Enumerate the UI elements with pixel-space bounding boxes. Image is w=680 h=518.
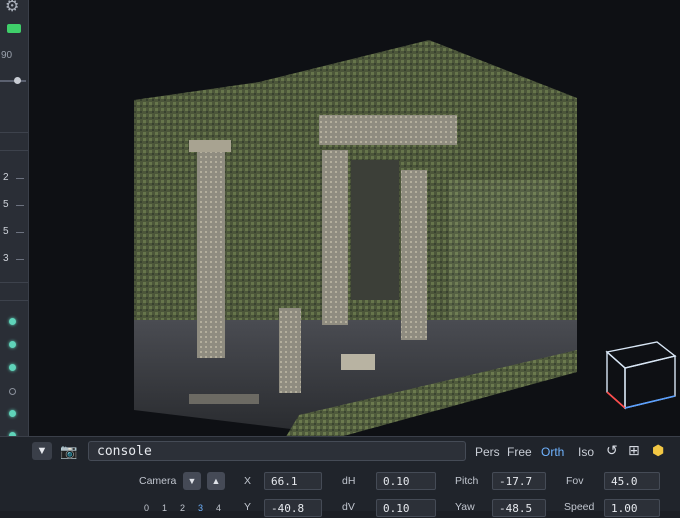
toggle-on[interactable] (9, 341, 16, 348)
camera-preset[interactable]: 3 (198, 503, 203, 513)
divider (0, 150, 28, 151)
pitch-label: Pitch (455, 475, 479, 487)
number-field[interactable]: 3 (3, 253, 9, 264)
rubble-block (341, 354, 375, 370)
column-capital (189, 140, 231, 152)
grid-icon[interactable]: ⊞ (628, 442, 640, 459)
camera-preset[interactable]: 2 (180, 503, 185, 513)
fov-label: Fov (566, 475, 584, 487)
door-pillar-right (401, 170, 427, 340)
column-left (197, 148, 225, 358)
tick (16, 232, 24, 233)
divider (0, 132, 28, 133)
slider-track[interactable] (0, 80, 26, 82)
divider (0, 282, 28, 283)
lintel (319, 115, 457, 145)
camera-up-button[interactable]: ▲ (207, 472, 225, 490)
mode-iso[interactable]: Iso (578, 445, 594, 459)
mode-free[interactable]: Free (507, 445, 532, 459)
number-field[interactable]: 5 (3, 199, 9, 210)
number-field[interactable]: 2 (3, 172, 9, 183)
value-label: 90 (1, 50, 13, 61)
divider (0, 300, 28, 301)
mode-pers[interactable]: Pers (475, 445, 500, 459)
mode-orth[interactable]: Orth (541, 445, 564, 459)
camera-preset[interactable]: 4 (216, 503, 221, 513)
rubble-slab (189, 394, 259, 404)
collapse-dropdown-button[interactable]: ▼ (32, 442, 52, 460)
status-indicator[interactable] (7, 24, 21, 33)
orientation-cube-icon[interactable] (599, 330, 680, 414)
camera-down-button[interactable]: ▼ (183, 472, 201, 490)
door-pillar-left (322, 150, 348, 325)
speed-field[interactable]: 1.00 (604, 499, 660, 517)
x-field[interactable]: 66.1 (264, 472, 322, 490)
undo-icon[interactable]: ↺ (606, 442, 618, 459)
cube-icon[interactable]: ⬢ (652, 442, 664, 459)
tick (16, 205, 24, 206)
tick (16, 178, 24, 179)
doorway-interior (351, 160, 399, 300)
bottom-toolbar: ▼ 📷 console Pers Free Orth Iso ↺ ⊞ ⬢ Cam… (0, 436, 680, 517)
yaw-label: Yaw (455, 501, 475, 513)
y-field[interactable]: -40.8 (264, 499, 322, 517)
slider-handle[interactable] (14, 77, 21, 84)
screenshot-camera-icon[interactable]: 📷 (58, 442, 80, 460)
dh-field[interactable]: 0.10 (376, 472, 436, 490)
yaw-field[interactable]: -48.5 (492, 499, 546, 517)
tick (16, 259, 24, 260)
dv-label: dV (342, 501, 355, 513)
x-label: X (244, 475, 252, 487)
y-label: Y (244, 501, 252, 513)
left-panel: ⚙ 90 2 5 5 3 (0, 0, 29, 440)
dh-label: dH (342, 475, 356, 487)
camera-label: Camera (139, 475, 177, 487)
speed-label: Speed (564, 501, 595, 513)
voxel-temple-render (134, 40, 577, 440)
3d-viewport[interactable] (29, 0, 680, 440)
toggle-on[interactable] (9, 364, 16, 371)
number-field[interactable]: 5 (3, 226, 9, 237)
toggle-on[interactable] (9, 410, 16, 417)
toggle-on[interactable] (9, 318, 16, 325)
console-input[interactable]: console (88, 441, 466, 461)
camera-preset[interactable]: 1 (162, 503, 167, 513)
dv-field[interactable]: 0.10 (376, 499, 436, 517)
gear-icon[interactable]: ⚙ (5, 0, 19, 16)
broken-column (279, 308, 301, 393)
toggle-off[interactable] (9, 388, 16, 395)
pitch-field[interactable]: -17.7 (492, 472, 546, 490)
camera-preset[interactable]: 0 (144, 503, 149, 513)
fov-field[interactable]: 45.0 (604, 472, 660, 490)
